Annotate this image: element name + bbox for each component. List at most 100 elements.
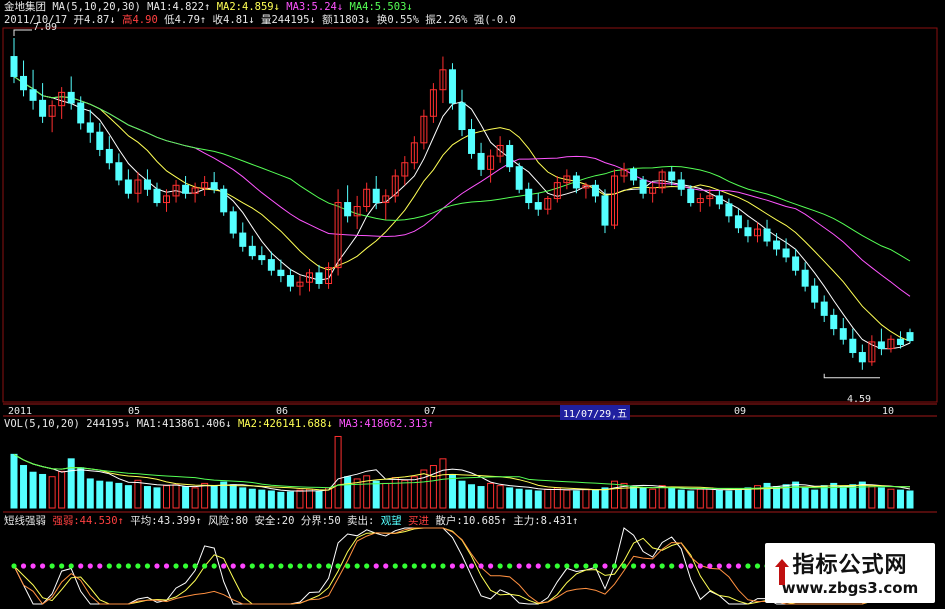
axis-label-05: 05 bbox=[128, 406, 141, 417]
boundary-dot bbox=[507, 563, 513, 569]
candle-body bbox=[820, 301, 828, 316]
candle-body bbox=[477, 152, 485, 170]
volume-bar bbox=[591, 489, 599, 509]
axis-label-09: 09 bbox=[734, 406, 747, 417]
volume-bar bbox=[506, 487, 514, 509]
candle-body bbox=[877, 341, 885, 350]
axis-label-2011: 2011 bbox=[8, 406, 33, 417]
candle-body bbox=[239, 232, 247, 247]
volume-bar bbox=[906, 490, 914, 509]
boundary-dot bbox=[163, 563, 170, 569]
candle-body bbox=[344, 202, 352, 217]
watermark: 指标公式网 www.zbgs3.com bbox=[765, 543, 935, 603]
boundary-dot bbox=[430, 563, 437, 569]
volume-bar bbox=[39, 473, 47, 509]
candle-body bbox=[20, 75, 28, 91]
high-price-mark: 7.09 bbox=[33, 22, 58, 33]
vol-label: VOL(5,10,20) bbox=[4, 418, 80, 430]
candle-body bbox=[591, 184, 599, 197]
ma4-value: MA4:5.503↓ bbox=[349, 1, 413, 13]
boundary-dot bbox=[116, 563, 122, 569]
vol-ma2: MA2:426141.688↓ bbox=[237, 418, 333, 430]
volume-bar bbox=[48, 476, 56, 509]
volume-bar bbox=[439, 458, 447, 509]
volume-bar bbox=[630, 486, 638, 509]
bull-logo-icon bbox=[775, 559, 789, 585]
turnover-value: 换0.55% bbox=[376, 14, 419, 26]
boundary-dot bbox=[726, 563, 732, 569]
boundary-dot bbox=[20, 563, 27, 569]
boundary-dot bbox=[268, 563, 274, 569]
volume-bar bbox=[143, 486, 151, 509]
ma2-value: MA2:4.859↓ bbox=[216, 1, 280, 13]
stock-name: 金地集团 bbox=[4, 1, 46, 13]
boundary-dot bbox=[192, 563, 198, 569]
boundary-dot bbox=[421, 563, 427, 569]
axis-label-07: 07 bbox=[424, 406, 437, 417]
volume-bar bbox=[96, 480, 104, 509]
volume-bar bbox=[258, 489, 266, 509]
candle-body bbox=[687, 188, 695, 204]
boundary-dot bbox=[535, 563, 541, 569]
boundary-dot bbox=[345, 563, 351, 569]
boundary-dot bbox=[440, 563, 446, 569]
ma1-value: MA1:4.822↑ bbox=[147, 1, 211, 13]
boundary-dot bbox=[516, 563, 522, 569]
ma3-value: MA3:5.24↓ bbox=[286, 1, 344, 13]
ohlc-header: 2011/10/17 开4.87↓ 高4.90 低4.79↑ 收4.81↓ 量2… bbox=[4, 14, 516, 27]
candle-body bbox=[715, 195, 723, 205]
boundary-dot bbox=[554, 563, 560, 569]
volume-bar bbox=[792, 481, 800, 509]
boundary-dot bbox=[688, 563, 694, 569]
boundary-dot bbox=[583, 563, 589, 569]
boundary-dot bbox=[144, 563, 151, 569]
low-price-mark: 4.59 bbox=[847, 394, 872, 405]
volume-bar bbox=[896, 489, 904, 509]
ma-label: MA(5,10,20,30) bbox=[52, 1, 141, 13]
ind-risk: 风险:80 bbox=[208, 515, 249, 527]
candle-body bbox=[811, 285, 819, 303]
close-value: 收4.81↓ bbox=[212, 14, 255, 26]
price-header: 金地集团 MA(5,10,20,30) MA1:4.822↑ MA2:4.859… bbox=[4, 1, 413, 14]
boundary-dot bbox=[49, 563, 55, 569]
boundary-dot bbox=[97, 563, 103, 569]
boundary-dot bbox=[707, 563, 713, 569]
candle-body bbox=[258, 255, 266, 261]
volume-bar bbox=[706, 487, 714, 509]
volume-bar bbox=[544, 488, 552, 509]
candle-body bbox=[668, 171, 676, 181]
volume-bar bbox=[725, 490, 733, 509]
volume-bar bbox=[20, 465, 28, 509]
volume-bar bbox=[124, 485, 132, 509]
candle-body bbox=[153, 188, 161, 204]
boundary-dot bbox=[383, 563, 389, 569]
boundary-dot bbox=[278, 563, 284, 569]
candle-body bbox=[10, 56, 18, 77]
boundary-dot bbox=[592, 563, 599, 569]
volume-bar bbox=[572, 490, 580, 509]
volume-bar bbox=[563, 489, 571, 509]
volume-bar bbox=[410, 476, 418, 509]
volume-bar bbox=[887, 488, 895, 509]
volume-bar bbox=[487, 482, 495, 509]
volume-bar bbox=[744, 487, 752, 509]
boundary-dot bbox=[316, 563, 322, 569]
volume-bar bbox=[286, 491, 294, 509]
crosshair-date: 11/07/29,五 bbox=[560, 405, 631, 420]
candle-body bbox=[601, 195, 609, 226]
candle-body bbox=[96, 131, 104, 150]
boundary-dot bbox=[650, 563, 656, 569]
volume-bar bbox=[325, 487, 333, 509]
indicator-header: 短线强弱 强弱:44.530↑ 平均:43.399↑ 风险:80 安全:20 分… bbox=[4, 515, 579, 528]
boundary-dot bbox=[78, 563, 84, 569]
candle-body bbox=[77, 102, 85, 124]
boundary-dot bbox=[697, 563, 703, 569]
boundary-dot bbox=[411, 563, 417, 569]
boundary-dot bbox=[402, 563, 408, 569]
volume-bar bbox=[849, 484, 857, 509]
boundary-dot bbox=[135, 563, 141, 569]
candle-body bbox=[220, 188, 228, 213]
ind-safe: 安全:20 bbox=[254, 515, 295, 527]
candle-body bbox=[858, 352, 866, 363]
axis-label-06: 06 bbox=[276, 406, 289, 417]
